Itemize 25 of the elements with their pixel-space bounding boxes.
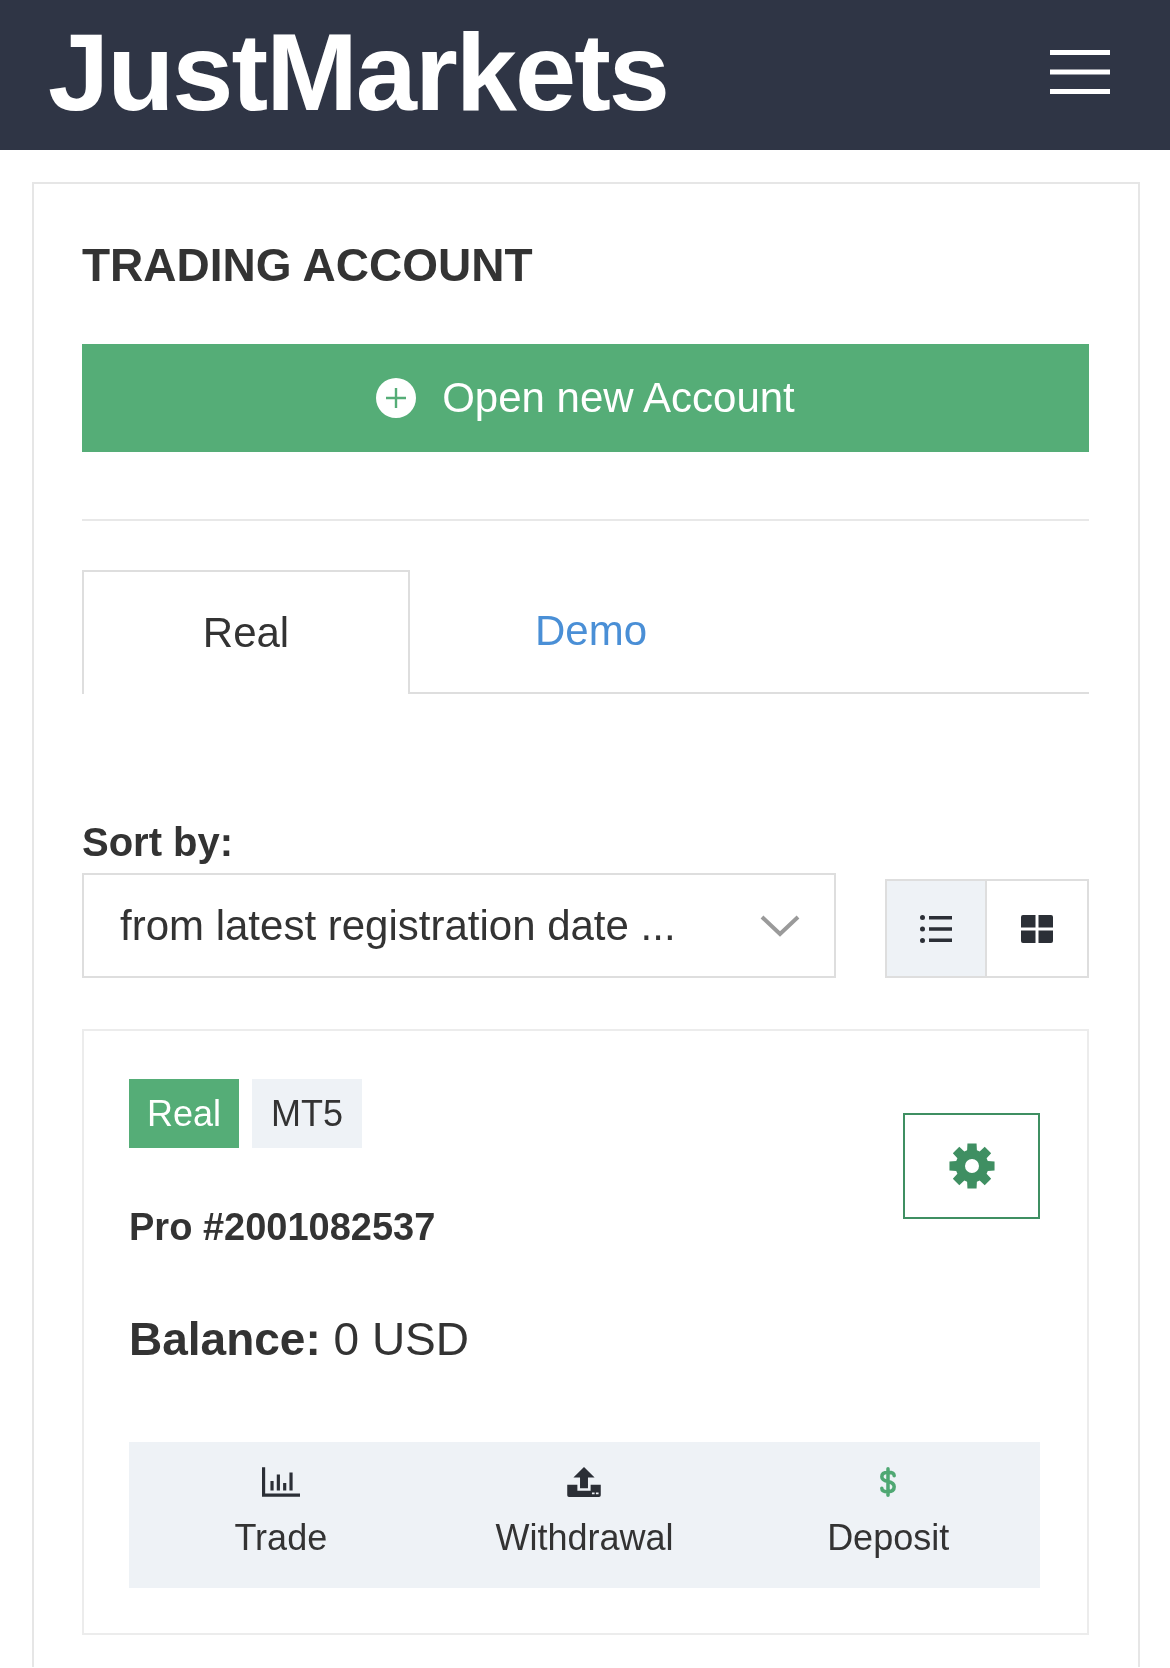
trade-button[interactable]: Trade (129, 1442, 433, 1588)
bar-chart-icon (261, 1467, 300, 1497)
logo[interactable]: JustMarkets (48, 17, 668, 127)
list-view-button[interactable] (885, 879, 987, 978)
menu-button[interactable] (1050, 50, 1110, 94)
dollar-icon (879, 1467, 898, 1497)
deposit-button[interactable]: Deposit (736, 1442, 1040, 1588)
account-type-tag: Real (129, 1079, 239, 1148)
plus-icon (376, 378, 417, 418)
chevron-down-icon (760, 914, 800, 937)
sort-label: Sort by: (82, 819, 234, 866)
panel-title: TRADING ACCOUNT (82, 238, 534, 293)
menu-icon (1050, 50, 1110, 94)
list-icon (920, 914, 952, 943)
platform-tag: MT5 (252, 1079, 362, 1148)
grid-view-button[interactable] (987, 879, 1089, 978)
tab[interactable]: Real (82, 570, 410, 694)
gear-icon (947, 1142, 996, 1190)
settings-button[interactable] (903, 1113, 1040, 1219)
sort-dropdown[interactable]: from latest registration date ... (82, 873, 836, 978)
balance-text: Balance: 0 USD (129, 1312, 469, 1367)
grid-icon (1021, 914, 1053, 943)
upload-icon (565, 1467, 604, 1497)
withdrawal-button[interactable]: Withdrawal (432, 1442, 737, 1588)
account-number: Pro #2001082537 (129, 1205, 436, 1250)
